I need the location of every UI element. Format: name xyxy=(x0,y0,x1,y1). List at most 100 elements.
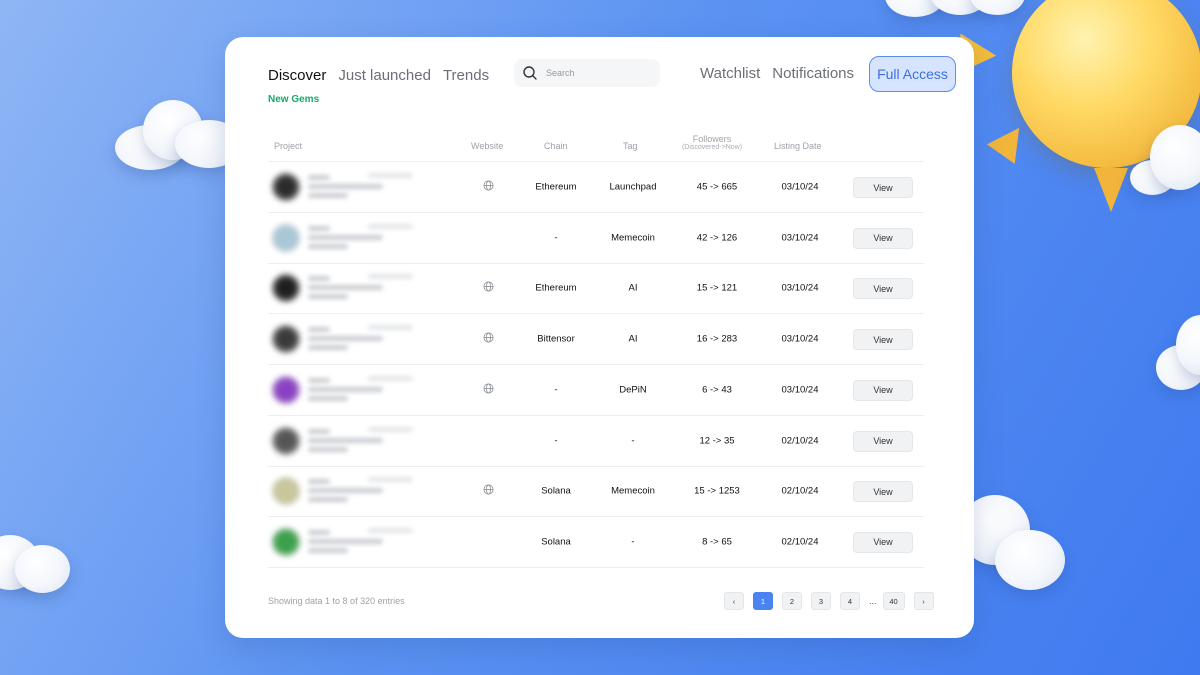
chain-cell: - xyxy=(554,232,558,244)
notifications-link[interactable]: Notifications xyxy=(772,65,854,82)
project-desc-blurred xyxy=(308,345,348,351)
chain-cell: Solana xyxy=(541,536,571,548)
project-desc-blurred xyxy=(308,497,348,503)
tab-discover[interactable]: Discover xyxy=(268,67,326,84)
main-nav: Discover Just launched Trends xyxy=(268,65,501,85)
tag-cell: DePiN xyxy=(619,384,647,396)
table-header: Project Website Chain Tag Followers (Dis… xyxy=(268,133,924,162)
globe-icon[interactable] xyxy=(483,279,494,297)
header-listing-date: Listing Date xyxy=(774,141,822,151)
project-avatar xyxy=(272,274,300,303)
view-button[interactable]: View xyxy=(853,278,913,300)
next-page-button[interactable]: › xyxy=(913,592,934,610)
watchlist-link[interactable]: Watchlist xyxy=(700,65,760,82)
followers-cell: 15 -> 1253 xyxy=(694,485,740,497)
chain-cell: Bittensor xyxy=(537,333,575,345)
tag-cell: AI xyxy=(628,333,638,345)
project-avatar xyxy=(272,426,300,455)
project-desc-blurred xyxy=(308,386,383,392)
globe-icon[interactable] xyxy=(483,178,494,196)
table-row: Ethereum Launchpad 45 -> 665 03/10/24 View xyxy=(268,162,924,213)
project-desc-blurred xyxy=(308,243,348,249)
tag-cell: AI xyxy=(628,282,638,294)
project-name-blurred xyxy=(308,377,330,383)
view-button[interactable]: View xyxy=(853,531,913,553)
header-followers: Followers (Discovered->Now) xyxy=(670,134,754,151)
page-button-2[interactable]: 2 xyxy=(782,592,802,610)
cloud-top-right xyxy=(885,0,1025,20)
project-handle-blurred xyxy=(368,173,413,178)
page-button-1[interactable]: 1 xyxy=(753,592,773,610)
tab-just-launched[interactable]: Just launched xyxy=(338,67,431,84)
subtab-new-gems[interactable]: New Gems xyxy=(268,94,319,105)
chain-cell: - xyxy=(554,435,558,446)
view-button[interactable]: View xyxy=(853,430,913,452)
page-button-4[interactable]: 4 xyxy=(840,592,860,610)
page-button-3[interactable]: 3 xyxy=(811,592,831,610)
header-followers-label: Followers xyxy=(692,134,732,144)
project-desc-blurred xyxy=(308,234,383,240)
project-name-blurred xyxy=(308,175,330,180)
project-handle-blurred xyxy=(368,325,413,331)
followers-cell: 16 -> 283 xyxy=(696,333,738,345)
globe-icon[interactable] xyxy=(483,482,494,500)
cloud-bottom-left xyxy=(0,515,75,595)
table-row: Solana - 8 -> 65 02/10/24 View xyxy=(268,517,924,568)
listing-date-cell: 03/10/24 xyxy=(781,181,819,193)
header-chain: Chain xyxy=(544,141,568,151)
project-name-blurred xyxy=(308,225,330,231)
tag-cell: - xyxy=(631,435,635,446)
project-desc-blurred xyxy=(308,437,383,443)
followers-cell: 42 -> 126 xyxy=(696,232,738,244)
view-button[interactable]: View xyxy=(853,329,913,351)
header-website: Website xyxy=(471,141,504,151)
project-handle-blurred xyxy=(368,274,413,280)
project-avatar xyxy=(272,375,300,404)
project-name-blurred xyxy=(308,479,330,485)
globe-icon[interactable] xyxy=(483,330,494,348)
project-name-blurred xyxy=(308,529,330,535)
listing-date-cell: 02/10/24 xyxy=(781,435,819,446)
project-avatar xyxy=(272,325,300,354)
chain-cell: Solana xyxy=(541,485,571,497)
listing-date-cell: 03/10/24 xyxy=(781,282,819,294)
chain-cell: - xyxy=(554,384,558,396)
header-tag: Tag xyxy=(623,141,638,151)
search-box[interactable] xyxy=(514,59,660,87)
pagination-ellipsis: ... xyxy=(869,596,877,606)
view-button[interactable]: View xyxy=(853,227,913,249)
globe-icon[interactable] xyxy=(483,381,494,399)
project-handle-blurred xyxy=(368,477,413,483)
project-handle-blurred xyxy=(368,375,413,381)
project-desc-blurred xyxy=(308,395,348,401)
view-button[interactable]: View xyxy=(853,177,913,198)
search-input[interactable] xyxy=(544,67,648,79)
project-name-blurred xyxy=(308,327,330,333)
view-button[interactable]: View xyxy=(853,481,913,503)
project-handle-blurred xyxy=(368,527,413,533)
full-access-button[interactable]: Full Access xyxy=(869,56,956,92)
prev-page-button[interactable]: ‹ xyxy=(724,592,744,610)
listing-date-cell: 02/10/24 xyxy=(781,485,819,497)
header-followers-sub: (Discovered->Now) xyxy=(681,144,743,151)
project-name-blurred xyxy=(308,276,330,282)
view-button[interactable]: View xyxy=(853,379,913,401)
sun-ray-icon xyxy=(986,118,1034,164)
pagination: ‹ 1234 ... 40 › xyxy=(724,592,943,610)
project-desc-blurred xyxy=(308,446,348,452)
entries-info: Showing data 1 to 8 of 320 entries xyxy=(268,596,405,606)
cloud-far-right xyxy=(1156,315,1200,395)
search-icon xyxy=(523,66,537,80)
table-row: Bittensor AI 16 -> 283 03/10/24 View xyxy=(268,314,924,366)
project-avatar xyxy=(272,477,300,506)
project-handle-blurred xyxy=(368,223,413,229)
followers-cell: 45 -> 665 xyxy=(696,181,738,193)
page-button-last[interactable]: 40 xyxy=(882,592,905,610)
right-nav: Watchlist Notifications xyxy=(700,65,866,82)
table-row: - Memecoin 42 -> 126 03/10/24 View xyxy=(268,213,924,264)
header-project: Project xyxy=(274,141,303,151)
tab-trends[interactable]: Trends xyxy=(443,67,489,84)
table-row: - - 12 -> 35 02/10/24 View xyxy=(268,416,924,467)
project-name-blurred xyxy=(308,428,330,434)
followers-cell: 6 -> 43 xyxy=(702,384,732,396)
